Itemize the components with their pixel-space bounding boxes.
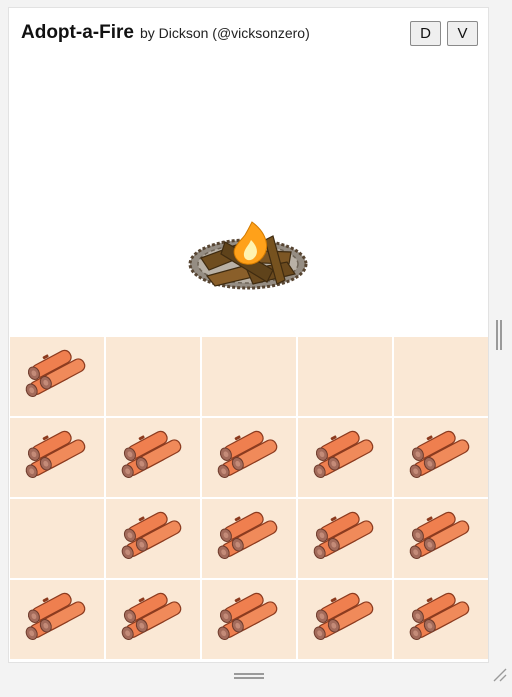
firewood-logs-icon[interactable]: [408, 511, 476, 569]
firewood-logs-icon[interactable]: [216, 592, 284, 650]
inventory-slot[interactable]: [298, 580, 392, 659]
firewood-logs-icon[interactable]: [312, 511, 380, 569]
inventory-slot[interactable]: [10, 499, 104, 578]
v-button[interactable]: V: [447, 21, 478, 46]
inventory-slot[interactable]: [106, 418, 200, 497]
firewood-logs-icon[interactable]: [312, 592, 380, 650]
horizontal-resize-grip[interactable]: [234, 673, 264, 679]
inventory-slot[interactable]: [394, 418, 488, 497]
inventory-slot[interactable]: [298, 418, 392, 497]
firewood-logs-icon[interactable]: [216, 430, 284, 488]
inventory-slot[interactable]: [10, 337, 104, 416]
inventory-slot[interactable]: [298, 499, 392, 578]
inventory-slot[interactable]: [106, 580, 200, 659]
inventory-slot[interactable]: [202, 337, 296, 416]
firewood-logs-icon[interactable]: [216, 511, 284, 569]
inventory-slot[interactable]: [10, 418, 104, 497]
author-byline: by Dickson (@vicksonzero): [139, 25, 310, 41]
firewood-logs-icon[interactable]: [24, 430, 92, 488]
inventory-slot[interactable]: [394, 499, 488, 578]
firewood-logs-icon[interactable]: [24, 349, 92, 407]
firewood-logs-icon[interactable]: [312, 430, 380, 488]
inventory-slot[interactable]: [298, 337, 392, 416]
inventory-slot[interactable]: [202, 499, 296, 578]
firewood-logs-icon[interactable]: [120, 511, 188, 569]
inventory-slot[interactable]: [202, 580, 296, 659]
inventory-slot[interactable]: [202, 418, 296, 497]
firewood-logs-icon[interactable]: [120, 430, 188, 488]
inventory-slot[interactable]: [10, 580, 104, 659]
inventory-slot[interactable]: [394, 337, 488, 416]
inventory-slot[interactable]: [106, 499, 200, 578]
resize-corner-icon[interactable]: [493, 668, 507, 682]
game-panel: Adopt-a-Fire by Dickson (@vicksonzero) D…: [8, 7, 489, 663]
firewood-logs-icon[interactable]: [408, 592, 476, 650]
game-title: Adopt-a-Fire: [21, 22, 134, 43]
firewood-logs-icon[interactable]: [120, 592, 188, 650]
d-button[interactable]: D: [410, 21, 441, 46]
vertical-resize-grip[interactable]: [496, 320, 504, 350]
firewood-logs-icon[interactable]: [408, 430, 476, 488]
campfire-icon[interactable]: [185, 192, 311, 292]
inventory-grid: [10, 337, 488, 661]
inventory-slot[interactable]: [394, 580, 488, 659]
inventory-slot[interactable]: [106, 337, 200, 416]
game-header: Adopt-a-Fire by Dickson (@vicksonzero): [21, 22, 310, 48]
firewood-logs-icon[interactable]: [24, 592, 92, 650]
fire-area[interactable]: [9, 52, 488, 336]
